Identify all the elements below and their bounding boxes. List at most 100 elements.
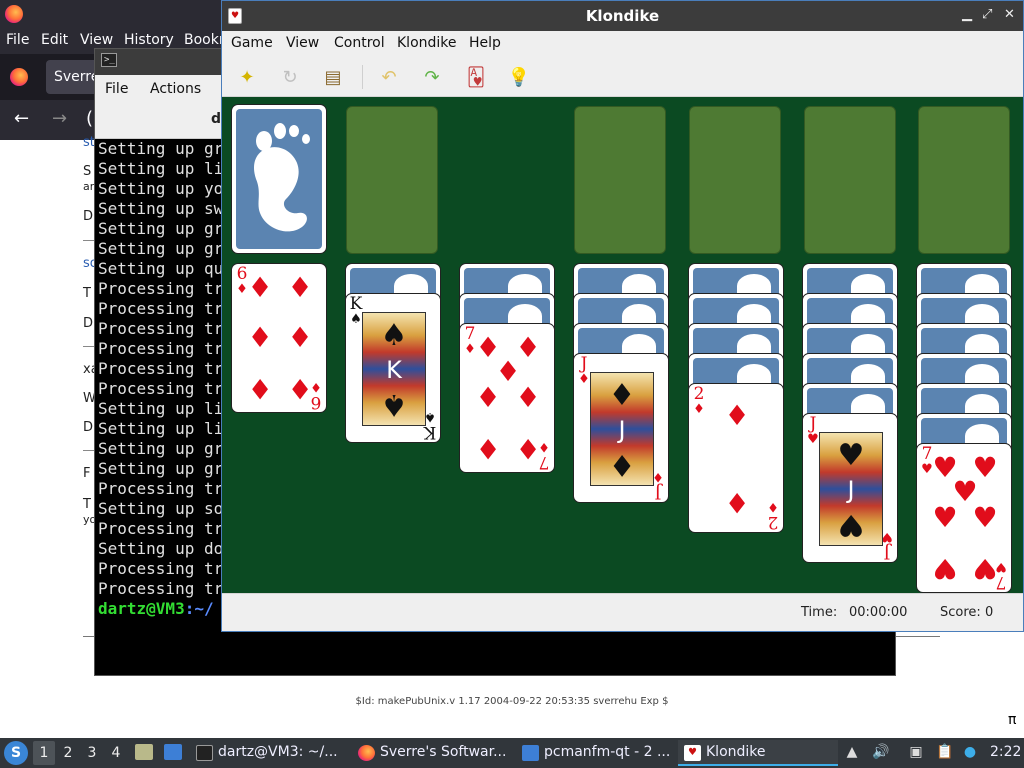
menu-klondike[interactable]: Klondike	[397, 35, 457, 51]
ff-menu-edit[interactable]: Edit	[41, 32, 68, 48]
court-card-face: ♦ J ♦	[590, 372, 654, 486]
face-up-card[interactable]: 7 ♦ 7 ♦ ♦ ♦ ♦ ♦ ♦ ♦ ♦	[459, 323, 555, 473]
court-suit-icon: ♦	[608, 447, 636, 482]
maximize-icon[interactable]: ⤢	[982, 7, 992, 22]
back-arrow-icon[interactable]: ←	[14, 108, 29, 129]
task-label: pcmanfm-qt - 2 ...	[544, 744, 671, 760]
redo-button[interactable]: ↷	[420, 65, 444, 89]
terminal-icon: >_	[101, 53, 117, 67]
court-card-face: ♠ K ♠	[362, 312, 426, 426]
card-pip-icon: ♦	[287, 321, 313, 354]
taskbar: S 1 2 3 4 dartz@VM3: ~/... Sverre's Soft…	[0, 738, 1024, 768]
new-game-icon: ✦	[239, 66, 255, 88]
restart-button[interactable]: ↻	[278, 65, 302, 89]
page-text-fragment: T	[83, 497, 91, 512]
face-up-card[interactable]: 2 ♦ 2 ♦ ♦ ♦	[688, 383, 784, 533]
menu-help[interactable]: Help	[469, 35, 501, 51]
waste-slot[interactable]	[346, 106, 438, 254]
network-icon[interactable]: ▣	[908, 744, 924, 760]
card-pip-icon: ♦	[287, 372, 313, 405]
deal-button[interactable]: 🂱	[464, 65, 488, 89]
foundation-slot[interactable]	[918, 106, 1010, 254]
court-suit-icon: ♠	[380, 318, 408, 353]
card-suit-icon: ♦	[767, 499, 779, 514]
task-klondike[interactable]: ♥ Klondike	[678, 740, 838, 766]
time-label: Time:	[801, 605, 838, 620]
task-firefox[interactable]: Sverre's Softwar...	[352, 740, 514, 766]
court-rank: J	[618, 416, 626, 444]
forward-arrow-icon[interactable]: →	[52, 108, 67, 129]
toolbar-separator	[362, 65, 363, 89]
desktop-3[interactable]: 3	[81, 741, 103, 765]
desktop-1[interactable]: 1	[33, 741, 55, 765]
menu-control[interactable]: Control	[334, 35, 385, 51]
scroll-up-icon[interactable]: ▲	[844, 744, 860, 760]
terminal-task-icon	[196, 745, 213, 761]
task-terminal[interactable]: dartz@VM3: ~/...	[190, 740, 350, 766]
folder-task-icon	[522, 745, 539, 761]
card-pip-icon: ♦	[475, 432, 501, 465]
court-suit-icon: ♦	[608, 378, 636, 413]
select-game-button[interactable]: ▤	[321, 65, 345, 89]
undo-button[interactable]: ↶	[377, 65, 401, 89]
ff-menu-view[interactable]: View	[80, 32, 113, 48]
court-suit-icon: ♥	[837, 507, 865, 542]
close-icon[interactable]: ✕	[1004, 7, 1015, 22]
menu-view[interactable]: View	[286, 35, 319, 51]
redo-icon: ↷	[424, 66, 440, 88]
card-pip-icon: ♥	[972, 501, 998, 534]
volume-icon[interactable]: 🔊	[872, 744, 889, 760]
task-label: Sverre's Softwar...	[380, 744, 507, 760]
foundation-slot[interactable]	[804, 106, 896, 254]
page-text-fragment: ar	[83, 180, 95, 193]
court-suit-icon: ♠	[380, 387, 408, 422]
face-up-card[interactable]: J ♦ J ♦ ♦ J ♦	[573, 353, 669, 503]
card-pip-icon: ♦	[247, 321, 273, 354]
foundation-slot[interactable]	[574, 106, 666, 254]
card-suit-icon: ♦	[693, 402, 705, 417]
menu-game[interactable]: Game	[231, 35, 273, 51]
prompt-user: dartz@VM3	[98, 599, 185, 618]
new-game-button[interactable]: ✦	[235, 65, 259, 89]
card-pip-icon: ♥	[932, 552, 958, 585]
klondike-titlebar[interactable]: ♥ Klondike ▁ ⤢ ✕	[222, 1, 1023, 31]
face-up-card[interactable]: K ♠ K ♠ ♠ K ♠	[345, 293, 441, 443]
pi-link[interactable]: π	[1008, 712, 1016, 728]
foundation-slot[interactable]	[689, 106, 781, 254]
score-label: Score:	[940, 605, 981, 620]
court-card-face: ♥ J ♥	[819, 432, 883, 546]
card-pip-icon: ♦	[247, 372, 273, 405]
hint-button[interactable]: 💡	[507, 65, 531, 89]
stock-pile[interactable]	[231, 104, 327, 254]
reload-icon[interactable]: (	[86, 108, 93, 129]
card-rank: J	[883, 542, 891, 562]
ff-menu-file[interactable]: File	[6, 32, 29, 48]
card-corner: 2 ♦	[691, 386, 707, 417]
ff-menu-history[interactable]: History	[124, 32, 174, 48]
firefox-task-icon	[358, 745, 375, 761]
face-up-card[interactable]: 7 ♥ 7 ♥ ♥ ♥ ♥ ♥ ♥ ♥ ♥	[916, 443, 1012, 593]
undo-icon: ↶	[381, 66, 397, 88]
page-text-fragment: D	[83, 209, 94, 224]
term-menu-actions[interactable]: Actions	[150, 81, 201, 97]
file-manager-launcher-icon[interactable]	[135, 744, 153, 760]
game-board[interactable]: 6 ♦ 6 ♦ ♦ ♦ ♦ ♦ ♦ ♦ K ♠ K ♠ ♠ K ♠ 7 ♦ 7 ♦ ♦ ♦ ♦ ♦ ♦ ♦ ♦ J ♦ J ♦ ♦ J ♦ 2 ♦ 2 ♦ ♦…	[222, 97, 1023, 593]
notification-icon[interactable]: ●	[962, 744, 978, 760]
clipboard-icon[interactable]: 📋	[936, 744, 953, 760]
face-up-card[interactable]: 6 ♦ 6 ♦ ♦ ♦ ♦ ♦ ♦ ♦	[231, 263, 327, 413]
gnome-foot-icon	[236, 109, 322, 249]
desktop-4[interactable]: 4	[105, 741, 127, 765]
minimize-icon[interactable]: ▁	[962, 7, 972, 22]
task-file-manager[interactable]: pcmanfm-qt - 2 ...	[516, 740, 676, 766]
court-rank: J	[847, 476, 855, 504]
status-bar: Time: 00:00:00 Score: 0	[222, 593, 1023, 631]
card-rank: J	[809, 414, 817, 434]
desktop-2[interactable]: 2	[57, 741, 79, 765]
show-desktop-icon[interactable]	[164, 744, 182, 760]
page-text-fragment: F	[83, 466, 91, 481]
card-pip-icon: ♦	[724, 486, 750, 519]
start-menu-button[interactable]: S	[4, 741, 28, 765]
term-menu-file[interactable]: File	[105, 81, 128, 97]
page-footer: $Id: makePubUnix.v 1.17 2004-09-22 20:53…	[355, 696, 669, 707]
face-up-card[interactable]: J ♥ J ♥ ♥ J ♥	[802, 413, 898, 563]
